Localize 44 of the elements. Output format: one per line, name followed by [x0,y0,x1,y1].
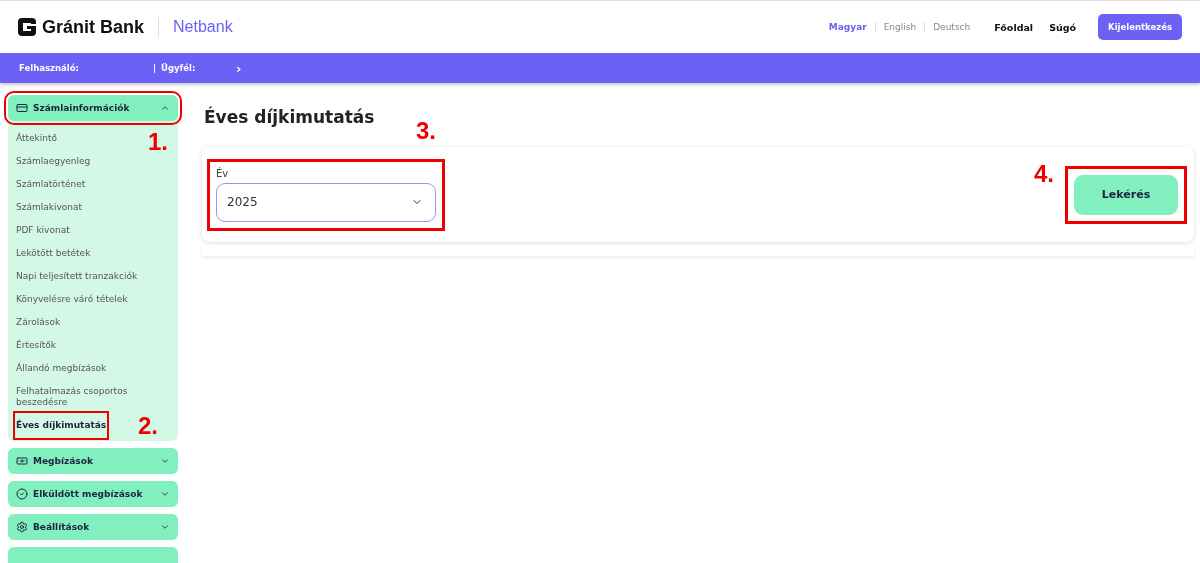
menu-item[interactable]: Zárolások [16,311,61,334]
nav-link[interactable]: Főoldal [994,21,1034,33]
menu-item[interactable]: Számlakivonat [16,196,83,219]
chevron-icon [160,522,170,532]
brand-name: Gránit Bank [42,16,145,38]
user-label: Felhasználó: [19,63,80,73]
chevron-icon [160,489,170,499]
step-number: 4. [1034,162,1054,185]
menu-item[interactable]: Felhatalmazás csoportos beszedésre [16,380,156,414]
step-number: 3. [416,119,436,142]
language-link[interactable]: Deutsch [924,22,979,32]
menu-item[interactable]: Állandó megbízások [16,357,107,380]
submit-button[interactable]: Lekérés [1074,174,1178,215]
product-name: Netbank [173,18,233,36]
menu-item[interactable]: Lekötött betétek [16,242,91,265]
menu-item[interactable]: Számlatörténet [16,173,86,196]
chevron-icon[interactable]: › [236,60,242,76]
logo-icon [18,18,36,36]
page-title: Éves díjkimutatás [204,107,375,127]
menu-section[interactable]: Beállítások [8,514,178,540]
menu-item[interactable]: PDF kivonat [16,219,70,242]
card-icon [16,102,28,114]
menu-section[interactable]: Megbízások [8,448,178,474]
year-select[interactable]: 2025 [216,182,436,222]
separator: | [153,63,158,73]
field-label: Év [216,167,230,179]
menu-item[interactable]: Számlaegyenleg [16,150,91,173]
chevron-icon [160,103,170,113]
step-number: 1. [148,131,168,153]
nav-link[interactable]: Súgó [1049,21,1077,33]
chevron-icon [160,456,170,466]
gear-icon [16,521,28,533]
menu-item[interactable]: Könyvelésre váró tételek [16,288,128,311]
menu-item[interactable]: Értesítők [16,334,56,357]
money-icon [16,455,28,467]
language-link[interactable]: Magyar [820,22,875,32]
check-icon [16,488,28,500]
logout-button[interactable]: Kijelentkezés [1098,14,1182,40]
menu-section[interactable]: Elküldött megbízások [8,481,178,507]
language-link[interactable]: English [874,22,925,32]
menu-item[interactable]: Napi teljesített tranzakciók [16,265,138,288]
menu-item[interactable]: Áttekintő [16,127,58,150]
client-label: Ügyfél: [161,63,197,73]
step-number: 2. [138,415,158,437]
